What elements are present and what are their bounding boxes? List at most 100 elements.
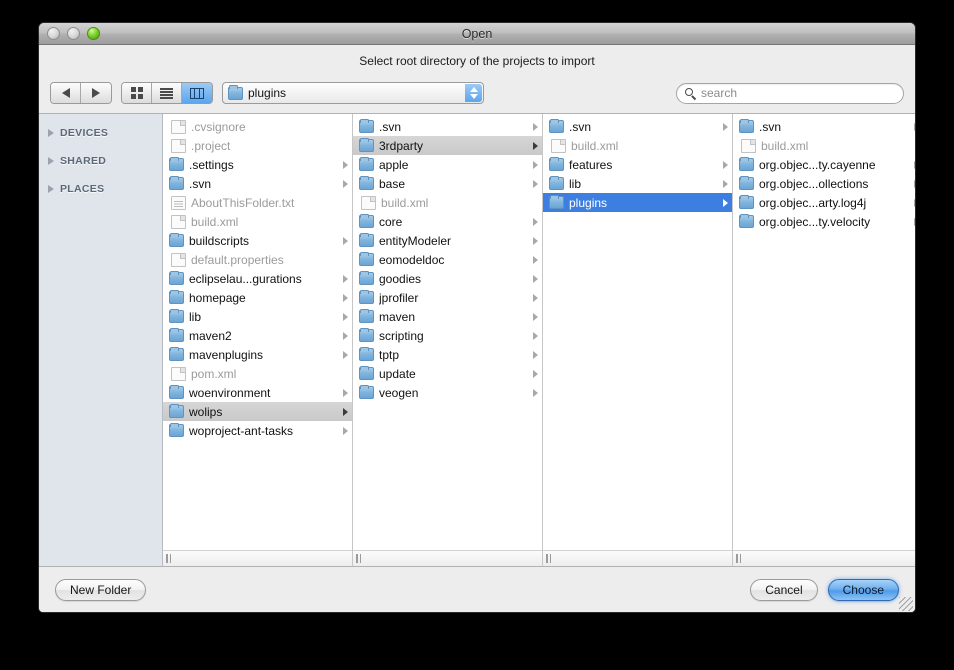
folder-icon <box>739 175 754 190</box>
list-item-label: jprofiler <box>379 290 419 305</box>
list-item[interactable]: eclipselau...gurations <box>163 269 352 288</box>
list-item-label: maven <box>379 309 416 324</box>
chevron-right-icon <box>533 293 538 302</box>
window-title: Open <box>461 26 493 41</box>
list-item[interactable]: build.xml <box>163 212 352 231</box>
back-button[interactable] <box>51 83 81 103</box>
cancel-button[interactable]: Cancel <box>750 578 818 601</box>
sidebar-group-devices[interactable]: DEVICES <box>39 123 162 143</box>
folder-icon <box>359 118 374 133</box>
list-item[interactable]: .svn <box>163 174 352 193</box>
resize-grip[interactable] <box>899 597 913 611</box>
forward-arrow-icon <box>92 88 100 98</box>
chevron-right-icon <box>343 350 348 359</box>
list-item-label: eclipselau...gurations <box>189 271 302 286</box>
folder-icon <box>169 175 184 190</box>
chevron-right-icon <box>533 179 538 188</box>
list-item[interactable]: scripting <box>353 326 542 345</box>
sidebar-group-label: DEVICES <box>60 127 109 139</box>
list-item[interactable]: lib <box>163 307 352 326</box>
list-item[interactable]: 3rdparty <box>353 136 542 155</box>
chevron-right-icon <box>914 122 915 131</box>
view-mode-column[interactable] <box>182 83 212 103</box>
folder-icon <box>549 194 564 209</box>
list-item[interactable]: wolips <box>163 402 352 421</box>
list-item[interactable]: woproject-ant-tasks <box>163 421 352 440</box>
chevron-right-icon <box>343 274 348 283</box>
list-item[interactable]: entityModeler <box>353 231 542 250</box>
list-item[interactable]: features <box>543 155 732 174</box>
list-item-label: org.objec...ollections <box>759 176 869 191</box>
list-item[interactable]: build.xml <box>733 136 915 155</box>
list-item[interactable]: veogen <box>353 383 542 402</box>
list-item-label: build.xml <box>571 138 619 153</box>
list-item[interactable]: goodies <box>353 269 542 288</box>
folder-icon <box>359 175 374 190</box>
list-item[interactable]: .svn <box>543 117 732 136</box>
list-item[interactable]: woenvironment <box>163 383 352 402</box>
chevron-right-icon <box>343 179 348 188</box>
list-item-label: buildscripts <box>189 233 250 248</box>
navigation-buttons <box>50 82 112 104</box>
list-item[interactable]: .project <box>163 136 352 155</box>
grip-icon <box>166 554 171 563</box>
chevron-right-icon <box>343 293 348 302</box>
list-item[interactable]: update <box>353 364 542 383</box>
search-input[interactable]: search <box>676 82 904 104</box>
list-item[interactable]: org.objec...ollections <box>733 174 915 193</box>
sidebar-group-shared[interactable]: SHARED <box>39 151 162 171</box>
path-popup-button[interactable]: plugins <box>222 82 484 104</box>
browser-column: .cvsignore .project .settings .svn AboutThis… <box>163 114 353 566</box>
column-resize-handle[interactable] <box>543 550 732 566</box>
folder-icon <box>359 270 374 285</box>
list-item-label: org.objec...ty.cayenne <box>759 157 876 172</box>
list-item[interactable]: tptp <box>353 345 542 364</box>
zoom-button[interactable] <box>87 27 100 40</box>
chevron-right-icon <box>533 350 538 359</box>
sidebar-group-places[interactable]: PLACES <box>39 179 162 199</box>
list-item[interactable]: AboutThisFolder.txt <box>163 193 352 212</box>
column-resize-handle[interactable] <box>163 550 352 566</box>
list-item[interactable]: buildscripts <box>163 231 352 250</box>
list-item[interactable]: jprofiler <box>353 288 542 307</box>
file-icon <box>171 214 186 229</box>
close-button[interactable] <box>47 27 60 40</box>
forward-button[interactable] <box>81 83 111 103</box>
list-item[interactable]: pom.xml <box>163 364 352 383</box>
list-item[interactable]: .svn <box>353 117 542 136</box>
list-item[interactable]: maven <box>353 307 542 326</box>
list-item[interactable]: homepage <box>163 288 352 307</box>
chevron-right-icon <box>914 217 915 226</box>
minimize-button[interactable] <box>67 27 80 40</box>
list-item[interactable]: build.xml <box>353 193 542 212</box>
column-file-list: .svn build.xml features lib plugins <box>543 114 732 550</box>
sidebar-group-label: PLACES <box>60 183 105 195</box>
column-resize-handle[interactable] <box>353 550 542 566</box>
list-item[interactable]: org.objec...ty.velocity <box>733 212 915 231</box>
list-item[interactable]: plugins <box>543 193 732 212</box>
folder-icon <box>549 118 564 133</box>
list-item[interactable]: maven2 <box>163 326 352 345</box>
view-mode-icon[interactable] <box>122 83 152 103</box>
choose-button[interactable]: Choose <box>827 578 899 601</box>
list-item[interactable]: .cvsignore <box>163 117 352 136</box>
list-item[interactable]: org.objec...arty.log4j <box>733 193 915 212</box>
list-item[interactable]: .svn <box>733 117 915 136</box>
list-item[interactable]: .settings <box>163 155 352 174</box>
list-item[interactable]: mavenplugins <box>163 345 352 364</box>
list-item[interactable]: core <box>353 212 542 231</box>
list-item[interactable]: build.xml <box>543 136 732 155</box>
list-item[interactable]: default.properties <box>163 250 352 269</box>
list-item[interactable]: apple <box>353 155 542 174</box>
list-item[interactable]: base <box>353 174 542 193</box>
column-resize-handle[interactable] <box>733 550 915 566</box>
folder-icon <box>169 384 184 399</box>
new-folder-button[interactable]: New Folder <box>55 578 147 601</box>
folder-icon <box>169 156 184 171</box>
list-item[interactable]: org.objec...ty.cayenne <box>733 155 915 174</box>
list-item[interactable]: lib <box>543 174 732 193</box>
list-item[interactable]: eomodeldoc <box>353 250 542 269</box>
folder-icon <box>739 213 754 228</box>
view-mode-list[interactable] <box>152 83 182 103</box>
column-view-icon <box>190 87 204 99</box>
